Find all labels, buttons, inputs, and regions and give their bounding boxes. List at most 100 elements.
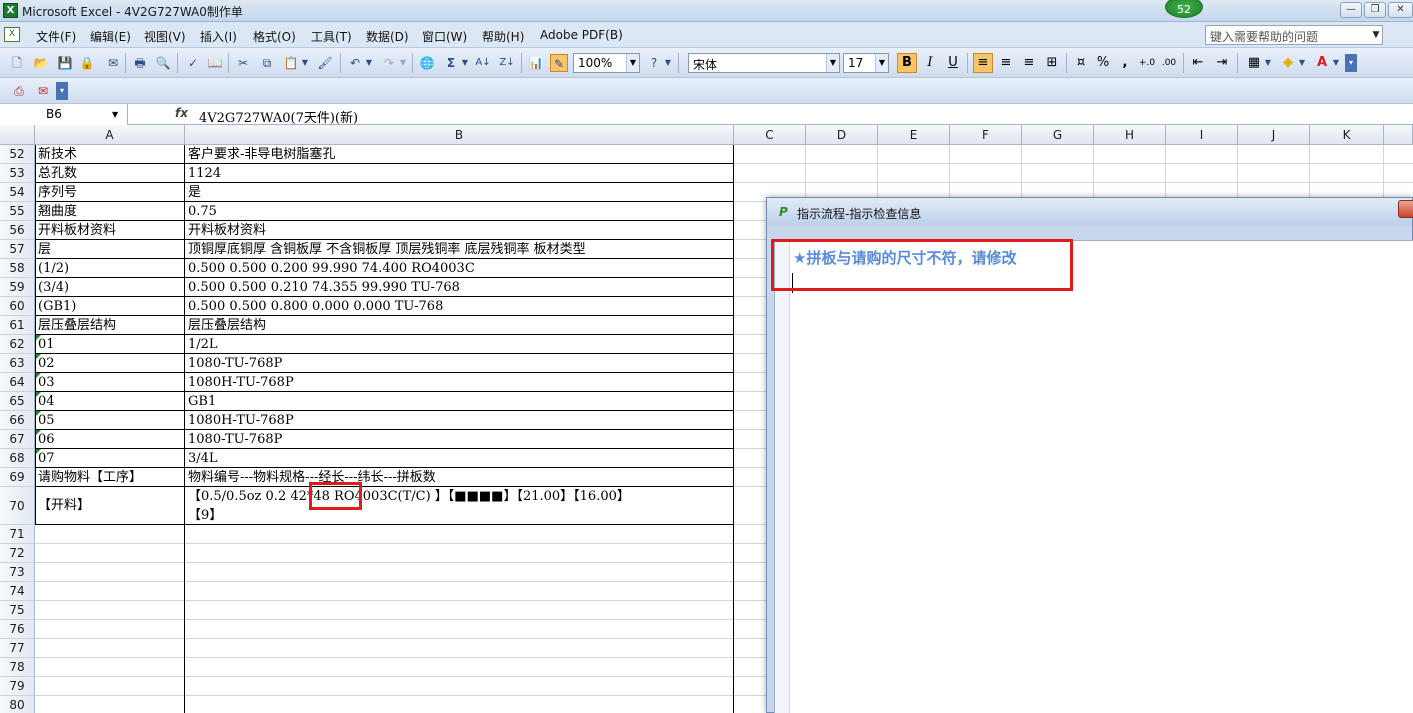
open-icon[interactable]: 📂 [32, 54, 50, 72]
notification-badge[interactable]: 52 [1165, 0, 1203, 18]
increase-indent-icon[interactable]: ⇥ [1212, 53, 1232, 73]
redo-dropdown-arrow[interactable]: ▼ [398, 54, 408, 72]
redo-icon[interactable]: ↷ [380, 54, 398, 72]
save-icon[interactable]: 💾 [56, 54, 74, 72]
font-color-dropdown-arrow[interactable]: ▼ [1331, 54, 1341, 72]
cell-b[interactable]: 层压叠层结构 [186, 316, 266, 335]
autosum-dropdown-arrow[interactable]: ▼ [460, 54, 470, 72]
cell-b[interactable]: 0.75 [186, 202, 217, 221]
cell-b[interactable]: 0.500 0.500 0.200 99.990 74.400 RO4003C [186, 259, 475, 278]
column-header[interactable]: K [1310, 125, 1384, 145]
drawing-icon[interactable]: ✎ [550, 54, 568, 72]
column-header[interactable]: H [1094, 125, 1166, 145]
cell-a[interactable]: (GB1) [36, 297, 76, 316]
row-header[interactable]: 52 [0, 145, 35, 164]
fill-color-dropdown-arrow[interactable]: ▼ [1297, 54, 1307, 72]
row-header[interactable]: 78 [0, 658, 35, 677]
number-as-text-indicator[interactable] [36, 354, 41, 359]
row-header[interactable]: 66 [0, 411, 35, 430]
row-header[interactable]: 60 [0, 297, 35, 316]
cell-a[interactable]: 【开料】 [36, 496, 90, 515]
percent-button[interactable]: % [1093, 53, 1113, 73]
row-header[interactable]: 67 [0, 430, 35, 449]
hyperlink-icon[interactable]: 🌐 [418, 54, 436, 72]
cell-b[interactable]: 客户要求-非导电树脂塞孔 [186, 145, 335, 164]
menu-window[interactable]: 窗口(W) [422, 28, 467, 45]
cell-a[interactable]: 新技术 [36, 145, 77, 164]
row-header[interactable]: 79 [0, 677, 35, 696]
menu-help[interactable]: 帮助(H) [482, 28, 524, 45]
spelling-icon[interactable]: ✓ [184, 54, 202, 72]
row-header[interactable]: 57 [0, 240, 35, 259]
cell-a[interactable]: (3/4) [36, 278, 69, 297]
borders-icon[interactable]: ▦ [1244, 53, 1264, 73]
paste-icon[interactable]: 📋 [282, 54, 300, 72]
print-preview-icon[interactable]: 🔍 [154, 54, 172, 72]
help-dropdown-arrow[interactable]: ▼ [1369, 25, 1383, 45]
font-color-icon[interactable]: A [1312, 53, 1332, 73]
help-search-input[interactable]: 键入需要帮助的问题 [1205, 25, 1383, 45]
row-header[interactable]: 75 [0, 601, 35, 620]
bold-button[interactable]: B [897, 53, 917, 73]
column-header[interactable]: F [950, 125, 1022, 145]
workbook-icon[interactable]: X [4, 27, 20, 42]
dialog-message-area[interactable]: ★拼板与请购的尺寸不符，请修改 [774, 240, 1413, 713]
cell-b[interactable]: GB1 [186, 392, 216, 411]
cell-a[interactable]: 开料板材资料 [36, 221, 116, 240]
row-header[interactable]: 69 [0, 468, 35, 487]
print-icon[interactable]: 🖶 [131, 54, 149, 72]
row-header[interactable]: 62 [0, 335, 35, 354]
menu-data[interactable]: 数据(D) [366, 28, 409, 45]
paste-dropdown-arrow[interactable]: ▼ [300, 54, 310, 72]
help-dropdown-arrow[interactable]: ▼ [663, 54, 673, 72]
cell-a[interactable]: (1/2) [36, 259, 69, 278]
number-as-text-indicator[interactable] [36, 392, 41, 397]
menu-insert[interactable]: 插入(I) [200, 28, 237, 45]
email-icon[interactable]: ✉ [104, 54, 122, 72]
cell-b[interactable]: 1124 [186, 164, 221, 183]
cell-b[interactable]: 1080H-TU-768P [186, 373, 294, 392]
pdf-toolbar-options-icon[interactable]: ▾ [56, 82, 68, 100]
restore-button[interactable]: ❐ [1364, 2, 1386, 18]
column-header[interactable] [1384, 125, 1413, 145]
cell-b[interactable]: 开料板材资料 [186, 221, 266, 240]
cell-a[interactable]: 总孔数 [36, 164, 77, 183]
italic-button[interactable]: I [920, 53, 940, 73]
row-header[interactable]: 80 [0, 696, 35, 713]
dialog-title-bar[interactable]: P 指示流程-指示检查信息 [767, 198, 1413, 226]
column-header[interactable]: A [35, 125, 185, 145]
insert-function-icon[interactable]: fx [175, 106, 188, 120]
cell-b[interactable]: 1080-TU-768P [186, 430, 282, 449]
font-name-select[interactable]: 宋体 ▼ [688, 53, 840, 73]
number-as-text-indicator[interactable] [36, 411, 41, 416]
menu-edit[interactable]: 编辑(E) [90, 28, 131, 45]
fill-color-icon[interactable]: ◆ [1278, 53, 1298, 73]
minimize-button[interactable]: — [1340, 2, 1362, 18]
format-painter-icon[interactable]: 🖌 [316, 54, 334, 72]
excel-app-icon[interactable]: X [3, 3, 18, 18]
row-header[interactable]: 58 [0, 259, 35, 278]
undo-dropdown-arrow[interactable]: ▼ [364, 54, 374, 72]
underline-button[interactable]: U [943, 53, 963, 73]
cut-icon[interactable]: ✂ [234, 54, 252, 72]
cell-a[interactable]: 请购物料【工序】 [36, 468, 142, 487]
row-header[interactable]: 56 [0, 221, 35, 240]
row-header[interactable]: 73 [0, 563, 35, 582]
cell-a[interactable]: 层 [36, 240, 51, 259]
font-size-select[interactable]: 17 ▼ [843, 53, 889, 73]
toolbar-options-icon[interactable]: ▾ [1345, 54, 1357, 72]
cell-a[interactable]: 层压叠层结构 [36, 316, 116, 335]
number-as-text-indicator[interactable] [36, 449, 41, 454]
row-header[interactable]: 77 [0, 639, 35, 658]
cell-b[interactable]: 【0.5/0.5oz 0.2 42*48 RO4003C(T/C) 】【■■■■… [186, 487, 630, 506]
number-as-text-indicator[interactable] [36, 335, 41, 340]
row-header[interactable]: 64 [0, 373, 35, 392]
font-size-dropdown-arrow[interactable]: ▼ [875, 54, 888, 72]
undo-icon[interactable]: ↶ [346, 54, 364, 72]
cell-b[interactable]: 顶铜厚底铜厚 含铜板厚 不含铜板厚 顶层残铜率 底层残铜率 板材类型 [186, 240, 586, 259]
convert-and-email-pdf-icon[interactable]: ✉ [34, 82, 52, 100]
row-header[interactable]: 68 [0, 449, 35, 468]
row-header[interactable]: 70 [0, 487, 35, 525]
help-icon[interactable]: ? [645, 54, 663, 72]
cell-b[interactable]: 是 [186, 183, 201, 202]
